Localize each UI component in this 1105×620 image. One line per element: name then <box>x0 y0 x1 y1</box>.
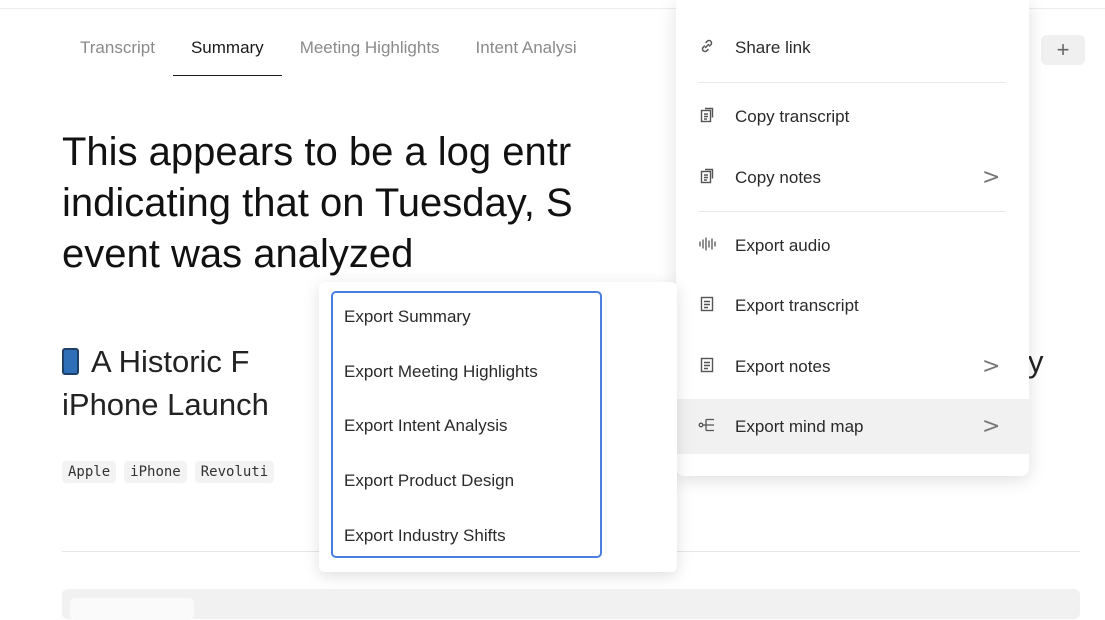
headline-line-3: event was analyzed <box>62 232 414 276</box>
link-icon <box>698 38 716 58</box>
audio-wave-icon <box>698 236 716 256</box>
chevron-right-icon: > <box>982 354 1001 379</box>
tab-meeting-highlights[interactable]: Meeting Highlights <box>282 28 458 66</box>
copy-icon <box>698 107 716 127</box>
tab-bar: Transcript Summary Meeting Highlights In… <box>62 28 595 76</box>
chevron-right-icon: > <box>982 165 1001 190</box>
menu-item-export-audio[interactable]: Export audio <box>676 218 1029 273</box>
share-export-menu: Share link Copy transcript Copy notes > … <box>676 0 1029 476</box>
tag[interactable]: Apple <box>62 461 117 483</box>
menu-item-label: Export mind map <box>735 416 864 436</box>
document-icon <box>698 296 716 316</box>
menu-item-label: Export transcript <box>735 295 859 315</box>
menu-item-export-notes[interactable]: Export notes > <box>676 339 1029 394</box>
submenu-item-export-meeting-highlights[interactable]: Export Meeting Highlights <box>344 362 538 382</box>
menu-item-label: Export audio <box>735 235 831 255</box>
menu-item-label: Share link <box>735 37 811 57</box>
submenu-item-export-summary[interactable]: Export Summary <box>344 307 471 327</box>
menu-item-export-mind-map[interactable]: Export mind map > <box>676 399 1029 454</box>
submenu-item-export-product-design[interactable]: Export Product Design <box>344 471 514 491</box>
tag-list: Apple iPhone Revoluti <box>62 461 275 483</box>
tab-transcript[interactable]: Transcript <box>62 28 173 66</box>
headline-line-1: This appears to be a log entr <box>62 130 572 174</box>
tab-summary[interactable]: Summary <box>172 28 282 76</box>
tag[interactable]: Revoluti <box>194 461 275 483</box>
bottom-panel <box>62 589 1080 619</box>
mind-map-icon <box>698 417 716 437</box>
menu-separator <box>698 82 1006 83</box>
tab-intent-analysis[interactable]: Intent Analysi <box>458 28 595 66</box>
section-heading-line-1-trail: y <box>1028 344 1044 379</box>
menu-item-copy-transcript[interactable]: Copy transcript <box>676 89 1029 144</box>
section-heading-line-1: A Historic F <box>91 344 250 379</box>
chevron-right-icon: > <box>982 414 1001 439</box>
document-icon <box>698 357 716 377</box>
menu-separator <box>698 211 1006 212</box>
menu-item-export-transcript[interactable]: Export transcript <box>676 278 1029 333</box>
headline-line-2: indicating that on Tuesday, S <box>62 181 573 225</box>
menu-item-label: Export notes <box>735 356 831 376</box>
bottom-panel-tab[interactable] <box>70 598 194 620</box>
menu-item-label: Copy notes <box>735 167 821 187</box>
submenu-item-export-industry-shifts[interactable]: Export Industry Shifts <box>344 526 506 546</box>
menu-item-label: Copy transcript <box>735 106 850 126</box>
summary-headline: This appears to be a log entr indicating… <box>62 127 762 280</box>
submenu-item-export-intent-analysis[interactable]: Export Intent Analysis <box>344 416 507 436</box>
menu-item-share-link[interactable]: Share link <box>676 20 1029 75</box>
tag[interactable]: iPhone <box>124 461 187 483</box>
copy-icon <box>698 168 716 188</box>
add-tab-button[interactable]: + <box>1041 35 1085 65</box>
mobile-phone-icon <box>62 348 79 375</box>
menu-item-copy-notes[interactable]: Copy notes > <box>676 150 1029 205</box>
